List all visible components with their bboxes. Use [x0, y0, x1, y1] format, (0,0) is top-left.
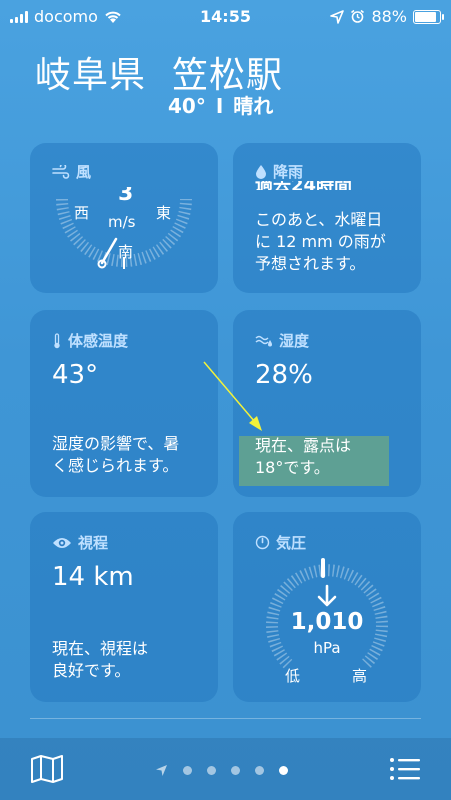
wind-speed: 3	[118, 187, 134, 201]
visibility-line-1: 現在、視程は	[52, 639, 149, 658]
battery-icon	[413, 9, 444, 24]
compass-west: 西	[74, 204, 90, 222]
humidity-line-1: 現在、露点は	[255, 436, 352, 455]
visibility-description: 現在、視程は 良好です。	[52, 638, 202, 682]
pressure-low-label: 低	[285, 667, 301, 685]
humidity-value: 28%	[255, 360, 313, 390]
separator: I	[215, 94, 224, 118]
feels-like-card[interactable]: 体感温度 43° 湿度の影響で、暑 く感じられます。	[30, 310, 218, 497]
visibility-title: 視程	[78, 534, 109, 552]
current-conditions: 40° I 晴れ	[168, 90, 273, 119]
rainfall-card-header: 降雨	[255, 161, 303, 182]
rainfall-partial-heading: 過去24時間	[255, 181, 352, 190]
footer-divider	[30, 718, 421, 719]
map-icon[interactable]	[30, 754, 64, 784]
humidity-title: 湿度	[279, 332, 310, 350]
compass-east: 東	[156, 204, 172, 222]
feels-like-title: 体感温度	[68, 332, 129, 350]
rainfall-line-1: このあと、水曜日	[255, 210, 383, 229]
raindrop-icon	[256, 165, 266, 179]
feels-like-value: 43°	[52, 360, 99, 390]
wind-card[interactable]: 風 西 東 3 m/s 南	[30, 143, 218, 293]
eye-icon	[53, 537, 71, 548]
visibility-card[interactable]: 視程 14 km 現在、視程は 良好です。	[30, 512, 218, 702]
feels-like-card-header: 体感温度	[52, 330, 128, 351]
humidity-card-header: 湿度	[255, 330, 309, 351]
status-bar: docomo 14:55 88%	[0, 0, 451, 34]
visibility-card-header: 視程	[52, 532, 108, 553]
alarm-icon	[351, 9, 365, 23]
pressure-unit: hPa	[313, 639, 341, 657]
current-temperature: 40°	[168, 94, 206, 118]
battery-percent: 88%	[371, 7, 407, 26]
humidity-icon	[255, 335, 272, 346]
page-dot[interactable]	[207, 766, 216, 775]
pressure-gauge	[266, 558, 388, 669]
bottom-toolbar	[0, 738, 451, 800]
pressure-high-label: 高	[352, 667, 368, 685]
thermometer-icon	[54, 332, 60, 348]
location-arrow-icon	[156, 765, 167, 776]
status-right: 88%	[330, 7, 444, 26]
page-indicator[interactable]	[155, 764, 288, 777]
rainfall-line-3: 予想されます。	[255, 254, 366, 273]
page-dot-active[interactable]	[279, 766, 288, 775]
page-dot[interactable]	[231, 766, 240, 775]
feels-like-line-1: 湿度の影響で、暑	[52, 434, 180, 453]
visibility-line-2: 良好です。	[52, 661, 131, 680]
prefecture-name: 岐阜県	[35, 55, 147, 96]
compass-south: 南	[118, 243, 134, 261]
location-arrow-icon	[330, 9, 345, 24]
feels-like-description: 湿度の影響で、暑 く感じられます。	[52, 433, 202, 477]
feels-like-line-2: く感じられます。	[52, 456, 179, 475]
humidity-line-2: 18°です。	[255, 458, 330, 477]
rainfall-description: このあと、水曜日 に 12 mm の雨が 予想されます。	[255, 209, 421, 275]
page-dot[interactable]	[255, 766, 264, 775]
wind-unit: m/s	[108, 213, 136, 231]
pressure-value: 1,010	[290, 609, 364, 635]
humidity-description: 現在、露点は 18°です。	[255, 435, 405, 479]
rainfall-title: 降雨	[273, 163, 304, 181]
rainfall-line-2: に 12 mm の雨が	[255, 232, 386, 251]
pressure-card[interactable]: 気圧 1,010 hPa 低 高	[233, 512, 421, 702]
visibility-value: 14 km	[52, 562, 134, 592]
page-dot[interactable]	[183, 766, 192, 775]
current-condition: 晴れ	[233, 94, 274, 118]
list-icon[interactable]	[389, 757, 421, 781]
rainfall-card[interactable]: 降雨 過去24時間 このあと、水曜日 に 12 mm の雨が 予想されます。	[233, 143, 421, 293]
